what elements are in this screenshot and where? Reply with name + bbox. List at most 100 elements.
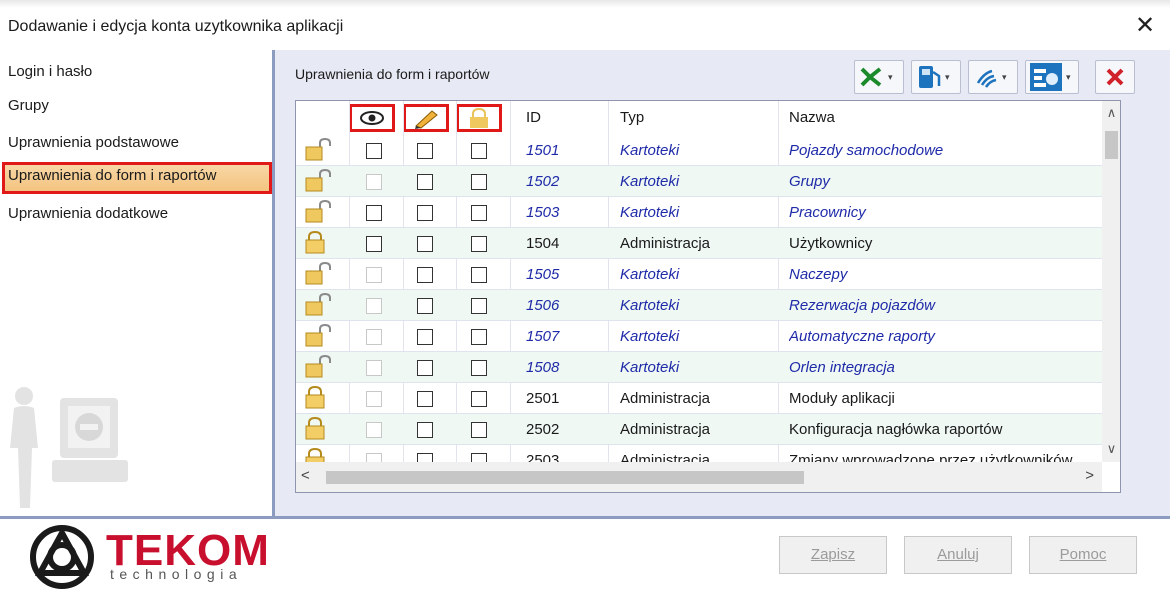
lock-checkbox[interactable] — [471, 205, 487, 221]
device-button[interactable]: ▾ — [911, 60, 961, 94]
view-checkbox[interactable] — [366, 391, 382, 407]
vertical-scroll-thumb[interactable] — [1105, 131, 1118, 159]
table-row[interactable]: 1502 Kartoteki Grupy — [296, 166, 1102, 197]
view-checkbox[interactable] — [366, 329, 382, 345]
lock-checkbox[interactable] — [471, 236, 487, 252]
unlocked-icon — [305, 323, 331, 347]
nav-item-groups[interactable]: Grupy — [0, 92, 272, 122]
brand-subtitle: technologia — [110, 566, 243, 582]
lock-checkbox[interactable] — [471, 329, 487, 345]
scroll-right-icon[interactable]: > — [1085, 467, 1094, 484]
cell-type: Kartoteki — [620, 266, 680, 283]
lock-checkbox[interactable] — [471, 143, 487, 159]
unlocked-icon — [305, 354, 331, 378]
edit-checkbox[interactable] — [417, 174, 433, 190]
cell-type: Administracja — [620, 235, 711, 252]
view-checkbox[interactable] — [366, 360, 382, 376]
cell-name: Moduły aplikacji — [789, 390, 895, 407]
view-checkbox[interactable] — [366, 422, 382, 438]
scroll-down-icon[interactable]: ∨ — [1102, 441, 1120, 459]
edit-checkbox[interactable] — [417, 236, 433, 252]
title-bar-top-strip — [0, 0, 1170, 8]
cell-id: 1507 — [526, 328, 560, 345]
lock-checkbox[interactable] — [471, 267, 487, 283]
table-row[interactable]: 1508 Kartoteki Orlen integracja — [296, 352, 1102, 383]
cell-type: Kartoteki — [620, 297, 680, 314]
wireless-icon — [976, 69, 997, 88]
delete-button[interactable] — [1095, 60, 1135, 94]
locked-icon — [305, 385, 325, 409]
table-row[interactable]: 1503 Kartoteki Pracownicy — [296, 197, 1102, 228]
cell-type: Kartoteki — [620, 359, 680, 376]
edit-checkbox[interactable] — [417, 422, 433, 438]
help-label: Pomoc — [1059, 546, 1107, 563]
cancel-button[interactable]: Anuluj — [904, 536, 1012, 574]
unlocked-icon — [305, 261, 331, 285]
lock-checkbox[interactable] — [471, 174, 487, 190]
edit-checkbox[interactable] — [417, 205, 433, 221]
edit-checkbox[interactable] — [417, 391, 433, 407]
view-checkbox[interactable] — [366, 174, 382, 190]
table-row[interactable]: 1504 Administracja Użytkownicy — [296, 228, 1102, 259]
panel-title: Uprawnienia do form i raportów — [295, 66, 490, 82]
view-checkbox[interactable] — [366, 205, 382, 221]
unlocked-icon — [305, 137, 331, 161]
lock-checkbox[interactable] — [471, 422, 487, 438]
scroll-up-icon[interactable]: ∧ — [1102, 105, 1120, 123]
table-row[interactable]: 2501 Administracja Moduły aplikacji — [296, 383, 1102, 414]
scroll-left-icon[interactable]: < — [301, 467, 310, 484]
lock-checkbox[interactable] — [471, 298, 487, 314]
user-computer-illustration — [10, 387, 128, 508]
edit-checkbox[interactable] — [417, 298, 433, 314]
lock-icon — [470, 107, 488, 128]
nav-item-additional-permissions[interactable]: Uprawnienia dodatkowe — [0, 200, 272, 230]
excel-export-button[interactable]: ▾ — [854, 60, 904, 94]
edit-pencil-icon — [415, 110, 438, 129]
close-button[interactable]: ✕ — [1130, 12, 1160, 42]
column-header-id[interactable]: ID — [526, 101, 541, 135]
wireless-button[interactable]: ▾ — [968, 60, 1018, 94]
cell-id: 1504 — [526, 235, 560, 252]
vertical-scrollbar[interactable]: ∧ ∨ — [1102, 101, 1120, 462]
lock-column-header[interactable] — [456, 104, 502, 132]
cell-name: Pracownicy — [789, 204, 866, 221]
locked-icon — [305, 416, 325, 440]
cell-name: Użytkownicy — [789, 235, 873, 252]
left-navigation: Login i hasło Grupy Uprawnienia podstawo… — [0, 50, 272, 516]
edit-checkbox[interactable] — [417, 143, 433, 159]
table-row[interactable]: 1505 Kartoteki Naczepy — [296, 259, 1102, 290]
edit-checkbox[interactable] — [417, 360, 433, 376]
title-bar: Dodawanie i edycja konta uzytkownika apl… — [0, 0, 1170, 50]
table-row[interactable]: 1507 Kartoteki Automatyczne raporty — [296, 321, 1102, 352]
view-checkbox[interactable] — [366, 143, 382, 159]
help-button[interactable]: Pomoc — [1029, 536, 1137, 574]
cell-type: Kartoteki — [620, 204, 680, 221]
view-column-header[interactable] — [349, 104, 395, 132]
table-row[interactable]: 1506 Kartoteki Rezerwacja pojazdów — [296, 290, 1102, 321]
nav-item-login[interactable]: Login i hasło — [0, 58, 272, 88]
cell-name: Pojazdy samochodowe — [789, 142, 944, 159]
view-checkbox[interactable] — [366, 298, 382, 314]
edit-column-header[interactable] — [403, 104, 449, 132]
nav-item-basic-permissions[interactable]: Uprawnienia podstawowe — [0, 129, 272, 159]
nav-item-form-report-permissions[interactable]: Uprawnienia do form i raportów — [2, 162, 272, 194]
table-row[interactable]: 2502 Administracja Konfiguracja nagłówka r… — [296, 414, 1102, 445]
view-checkbox[interactable] — [366, 236, 382, 252]
cell-id: 1502 — [526, 173, 560, 190]
edit-checkbox[interactable] — [417, 329, 433, 345]
column-header-type[interactable]: Typ — [620, 101, 644, 135]
lock-checkbox[interactable] — [471, 360, 487, 376]
cell-name: Naczepy — [789, 266, 848, 283]
view-checkbox[interactable] — [366, 267, 382, 283]
horizontal-scroll-thumb[interactable] — [326, 471, 804, 484]
cell-type: Kartoteki — [620, 142, 680, 159]
grid-settings-button[interactable]: ▾ — [1025, 60, 1079, 94]
cell-name: Automatyczne raporty — [789, 328, 935, 345]
lock-checkbox[interactable] — [471, 391, 487, 407]
horizontal-scrollbar[interactable]: < > — [296, 462, 1102, 492]
save-button[interactable]: Zapisz — [779, 536, 887, 574]
edit-checkbox[interactable] — [417, 267, 433, 283]
column-header-name[interactable]: Nazwa — [789, 101, 835, 135]
table-row[interactable]: 1501 Kartoteki Pojazdy samochodowe — [296, 135, 1102, 166]
tekom-logo-icon — [30, 525, 94, 589]
